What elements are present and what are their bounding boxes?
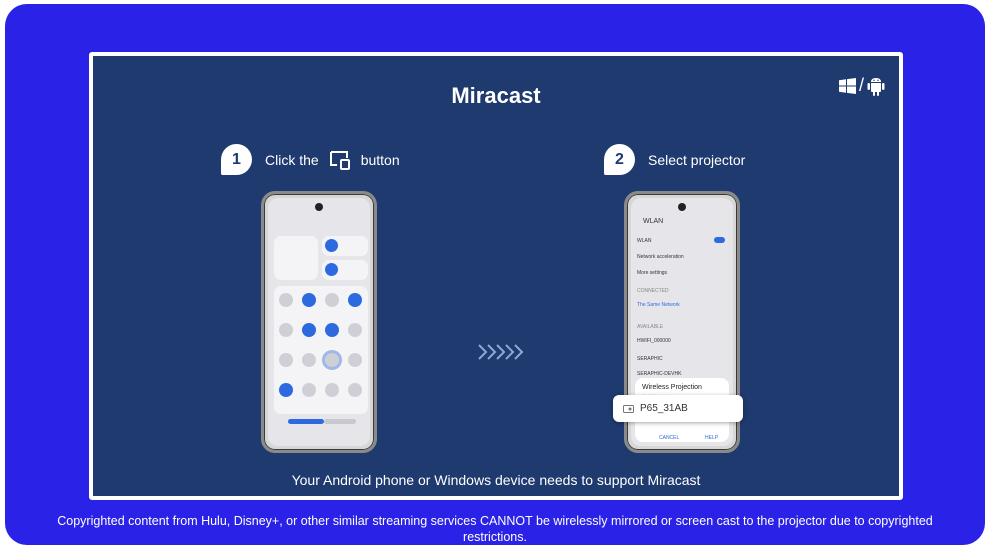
wlan-network-2: SERAPHIC [637,356,663,362]
media-tile [274,236,318,280]
step-1-badge: 1 [221,144,252,175]
step-1-text-before: Click the [265,151,319,168]
copyright-footer: Copyrighted content from Hulu, Disney+, … [57,514,933,544]
wlan-row-more: More settings [637,270,668,276]
wlan-section-available: AVAILABLE [637,324,664,330]
projector-icon [623,404,634,413]
hotspot-icon [279,353,293,367]
screen-recorder-icon [302,353,316,367]
wlan-header: WLAN [643,218,664,225]
mobile-data-icon [302,323,316,337]
screen-cast-icon [329,150,350,170]
projector-item[interactable]: P65_31AB [613,395,743,422]
android-icon [867,77,885,96]
brightness-slider-track [324,419,356,424]
screenshot-icon [348,323,362,337]
help-button[interactable]: HELP [705,435,718,441]
power-saving-icon [348,383,362,397]
auto-rotate-icon [325,293,339,307]
airplane-icon [279,323,293,337]
wlan-row-acceleration: Network acceleration [637,254,684,260]
chevrons-right-icon [478,344,524,360]
step-2-text: Select projector [648,151,746,168]
dialog-title: Wireless Projection [642,384,702,391]
wlan-network-3: SERAPHIC-DEVHK [637,371,682,377]
do-not-disturb-icon [348,353,362,367]
front-camera-2 [678,203,686,211]
wlan-network-1: HWIFI_000000 [637,338,671,344]
bluetooth-icon [325,263,338,276]
wlan-toggle [714,237,725,243]
page-title: Miracast [451,83,541,108]
wlan-section-connected: CONNECTED [637,288,669,294]
wireless-projection-icon[interactable] [325,353,339,367]
wlan-connected-network: The Same Network [637,302,680,308]
miracast-panel: Miracast / 1 Click the button 2 Select p… [89,52,903,500]
brightness-slider-fill [288,419,324,424]
sound-icon [302,293,316,307]
step-2-badge: 2 [604,144,635,175]
support-note: Your Android phone or Windows device nee… [291,472,701,488]
phone-control-center [261,191,377,453]
ebook-icon [325,383,339,397]
os-separator: / [858,75,864,95]
wifi-icon [325,239,338,252]
outer-frame: Miracast / 1 Click the button 2 Select p… [5,4,985,545]
nfc-icon [279,383,293,397]
step-1: 1 Click the button [221,144,400,175]
front-camera [315,203,323,211]
os-icons: / [838,75,885,96]
flashlight-icon [279,293,293,307]
huawei-share-icon [348,293,362,307]
windows-icon [838,77,856,94]
phone-1-screen [268,198,370,446]
location-icon [325,323,339,337]
step-1-text-after: button [360,151,400,168]
cancel-button[interactable]: CANCEL [659,435,679,441]
dark-mode-icon [302,383,316,397]
step-2: 2 Select projector [604,144,745,175]
projector-name: P65_31AB [640,403,688,414]
